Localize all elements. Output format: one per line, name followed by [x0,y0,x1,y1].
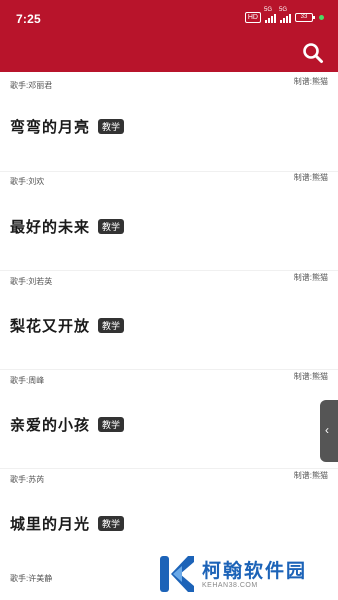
teach-badge: 教学 [98,119,125,134]
teach-badge: 教学 [98,516,125,531]
chevron-left-icon: ‹ [325,423,329,437]
song-title: 梨花又开放 [10,318,91,335]
search-icon[interactable] [302,42,324,64]
app-header: 7:25 HD 5G 5G 33 [0,0,338,72]
status-icons: HD 5G 5G 33 [244,7,324,23]
teach-badge: 教学 [98,417,125,432]
song-title: 弯弯的月亮 [10,119,91,136]
teach-badge: 教学 [98,219,125,234]
status-bar: 7:25 HD 5G 5G 33 [0,0,338,36]
hd-badge: HD [244,12,261,23]
list-item[interactable]: 最好的未来 教学 歌手:刘若英 制谱:熊猫 [0,171,338,286]
singer-label: 歌手:许美静 [10,574,53,583]
watermark-logo-icon [160,556,194,592]
teach-badge: 教学 [98,318,125,333]
side-drawer-handle[interactable]: ‹ [320,400,338,462]
song-title: 最好的未来 [10,219,91,236]
watermark: 柯翰软件园 KEHAN38.COM [140,544,338,600]
song-title: 城里的月光 [10,516,91,533]
battery-icon: 33 [295,13,315,22]
status-dot [319,15,324,20]
list-item[interactable]: 梨花又开放 教学 歌手:周峰 制谱:熊猫 [0,270,338,385]
watermark-name: 柯翰软件园 [202,561,308,582]
list-item[interactable]: 亲爱的小孩 教学 歌手:苏芮 制谱:熊猫 [0,369,338,484]
song-title: 亲爱的小孩 [10,417,91,434]
signal-icon-2: 5G [279,7,291,23]
signal-icon: 5G [264,7,276,23]
list-item[interactable]: 弯弯的月亮 教学 歌手:刘欢 制谱:熊猫 [0,72,338,186]
status-time: 7:25 [16,12,41,26]
watermark-url: KEHAN38.COM [202,582,258,589]
